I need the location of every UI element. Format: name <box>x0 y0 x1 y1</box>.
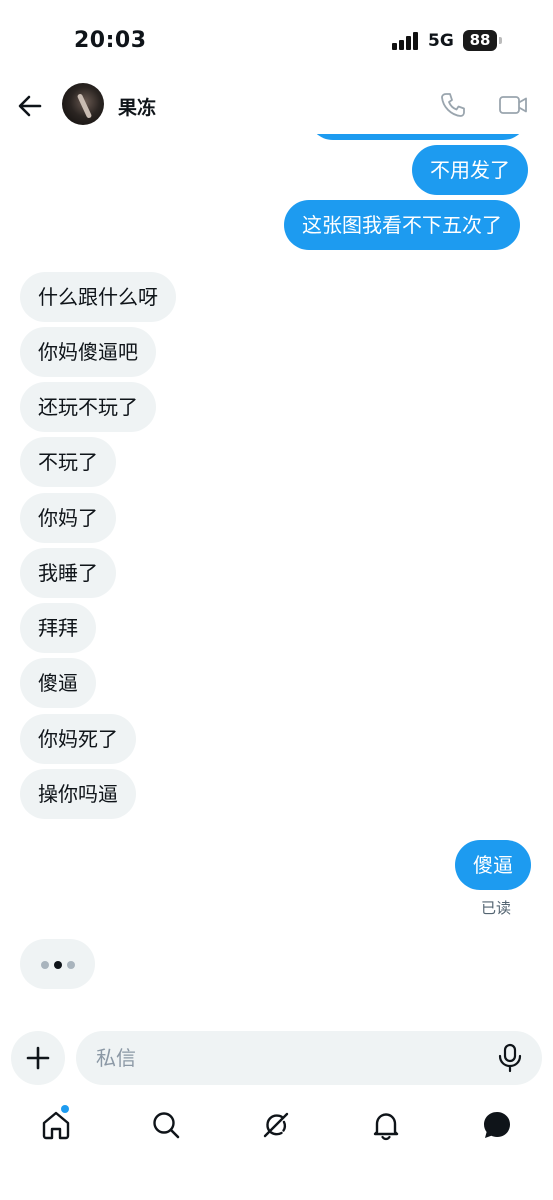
typing-dot <box>41 961 49 969</box>
notification-dot <box>61 1105 69 1113</box>
message-bubble-incoming[interactable]: 操你吗逼 <box>20 769 136 819</box>
message-bubble-incoming[interactable]: 什么跟什么呀 <box>20 272 176 322</box>
grok-icon[interactable] <box>260 1109 292 1141</box>
avatar[interactable] <box>62 83 104 125</box>
plus-icon[interactable] <box>11 1031 65 1085</box>
microphone-icon[interactable] <box>496 1043 524 1073</box>
contact-name[interactable]: 果冻 <box>118 93 156 120</box>
message-bubble-outgoing[interactable]: 这张图我看不下五次了 <box>284 200 520 250</box>
conversation-header: 果冻 <box>0 78 553 134</box>
message-bubble-incoming[interactable]: 你妈了 <box>20 493 116 543</box>
message-bubble-outgoing[interactable]: 不用发了 <box>412 145 528 195</box>
network-type: 5G <box>428 31 454 51</box>
message-bubble-incoming[interactable]: 你妈死了 <box>20 714 136 764</box>
typing-dot <box>54 961 62 969</box>
typing-dot <box>67 961 75 969</box>
home-icon[interactable] <box>40 1109 72 1141</box>
messages-icon[interactable] <box>481 1109 513 1141</box>
video-call-icon[interactable] <box>497 90 529 120</box>
message-bubble-incoming[interactable]: 不玩了 <box>20 437 116 487</box>
signal-icon <box>392 32 420 50</box>
message-bubble-incoming[interactable]: 我睡了 <box>20 548 116 598</box>
message-bubble-outgoing[interactable]: 傻逼 <box>455 840 531 890</box>
message-bubble-incoming[interactable]: 还玩不玩了 <box>20 382 156 432</box>
typing-indicator <box>20 939 95 989</box>
message-composer <box>0 1025 553 1095</box>
message-bubble-incoming[interactable]: 傻逼 <box>20 658 96 708</box>
message-bubble-incoming[interactable]: 拜拜 <box>20 603 96 653</box>
chat-area[interactable]: 不用发了 这张图我看不下五次了 什么跟什么呀 你妈傻逼吧 还玩不玩了 不玩了 你… <box>0 0 553 1010</box>
message-bubble-incoming[interactable]: 你妈傻逼吧 <box>20 327 156 377</box>
read-receipt: 已读 <box>481 899 512 917</box>
search-icon[interactable] <box>150 1109 182 1141</box>
status-time: 20:03 <box>74 28 147 53</box>
bottom-nav <box>0 1100 553 1160</box>
back-arrow-icon[interactable] <box>14 90 46 122</box>
status-bar: 20:03 5G 88 <box>0 0 553 78</box>
battery-tip <box>499 37 502 44</box>
dm-input[interactable] <box>76 1031 542 1085</box>
phone-icon[interactable] <box>438 90 468 120</box>
battery-icon: 88 <box>463 30 497 51</box>
notifications-icon[interactable] <box>370 1109 402 1141</box>
